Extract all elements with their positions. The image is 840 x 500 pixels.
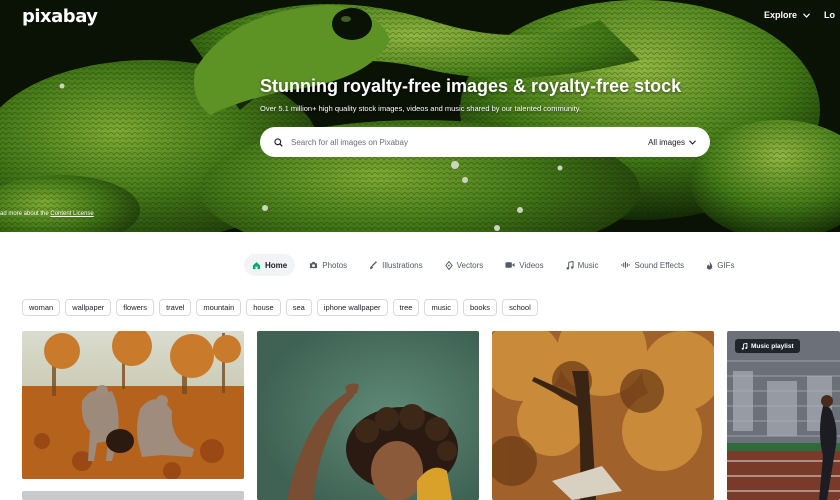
explore-menu[interactable]: Explore [764, 10, 810, 20]
license-prefix: ad more about the [0, 211, 51, 217]
gallery-item[interactable] [492, 331, 714, 500]
tag-chip[interactable]: music [424, 299, 459, 316]
tag-chips: woman wallpaper flowers travel mountain … [22, 299, 538, 316]
home-icon [252, 261, 261, 269]
music-note-icon [566, 260, 574, 270]
tab-label: Photos [322, 260, 348, 270]
tab-sound-effects[interactable]: Sound Effects [613, 254, 693, 276]
gallery-item[interactable] [727, 331, 840, 500]
hero-headline: Stunning royalty-free images & royalty-f… [260, 76, 682, 96]
chevron-down-icon [802, 13, 810, 18]
category-tabs: Home Photos Illustrations Vectors Videos… [244, 254, 749, 276]
tab-home[interactable]: Home [244, 254, 296, 276]
stadium-athlete-image [727, 331, 840, 500]
tab-label: Home [265, 260, 288, 270]
flame-icon [707, 261, 713, 269]
tab-label: Sound Effects [634, 260, 685, 270]
gallery-item[interactable] [22, 331, 244, 479]
license-note: ad more about the Content License [0, 211, 94, 217]
tag-chip[interactable]: books [463, 299, 498, 316]
tag-chip[interactable]: mountain [196, 299, 242, 316]
tag-chip[interactable]: sea [285, 299, 312, 316]
tag-chip[interactable]: school [502, 299, 538, 316]
hero-snake-image [0, 0, 840, 232]
camera-icon [310, 261, 318, 269]
tab-label: Music [577, 260, 599, 270]
gallery-item[interactable] [22, 491, 244, 500]
gallery-item[interactable] [257, 331, 479, 500]
tag-chip[interactable]: woman [22, 299, 61, 316]
tag-chip[interactable]: iphone wallpaper [316, 299, 388, 316]
pixabay-logo[interactable]: pixabay [22, 6, 98, 27]
video-icon [505, 262, 515, 268]
login-link[interactable]: Lo [824, 10, 835, 20]
tab-label: Videos [519, 260, 544, 270]
music-note-icon [741, 342, 748, 350]
media-type-value: All images [648, 137, 685, 147]
search-bar[interactable]: Search for all images on Pixabay All ima… [260, 127, 710, 157]
tab-gifs[interactable]: GIFs [698, 254, 742, 276]
hero-subline: Over 5.1 million+ high quality stock ima… [260, 104, 582, 113]
hero-banner: pixabay Explore Lo Stunning royalty-free… [0, 0, 840, 232]
pen-nib-icon [444, 260, 453, 270]
tag-chip[interactable]: wallpaper [65, 299, 112, 316]
dogs-photo [22, 331, 244, 479]
tag-chip[interactable]: tree [392, 299, 420, 316]
chevron-down-icon [689, 139, 696, 145]
media-type-select[interactable]: All images [648, 138, 696, 147]
tag-chip[interactable]: house [246, 299, 281, 316]
tab-music[interactable]: Music [558, 254, 607, 276]
tab-vectors[interactable]: Vectors [437, 254, 492, 276]
explore-label: Explore [764, 10, 798, 20]
tab-photos[interactable]: Photos [301, 254, 355, 276]
music-playlist-label: Music playlist [751, 342, 794, 350]
tab-illustrations[interactable]: Illustrations [361, 254, 430, 276]
music-playlist-badge[interactable]: Music playlist [735, 339, 800, 353]
autumn-tree-photo [492, 331, 714, 500]
tag-chip[interactable]: flowers [116, 299, 155, 316]
tab-label: Illustrations [382, 260, 423, 270]
woman-portrait-photo [257, 331, 479, 500]
brush-icon [370, 260, 378, 269]
tab-label: Vectors [456, 260, 484, 270]
waveform-icon [620, 261, 630, 269]
tab-label: GIFs [717, 260, 735, 270]
tab-videos[interactable]: Videos [497, 254, 551, 276]
search-icon [274, 137, 283, 147]
tag-chip[interactable]: travel [159, 299, 192, 316]
search-input[interactable]: Search for all images on Pixabay [291, 138, 648, 147]
content-license-link[interactable]: Content License [50, 211, 93, 217]
